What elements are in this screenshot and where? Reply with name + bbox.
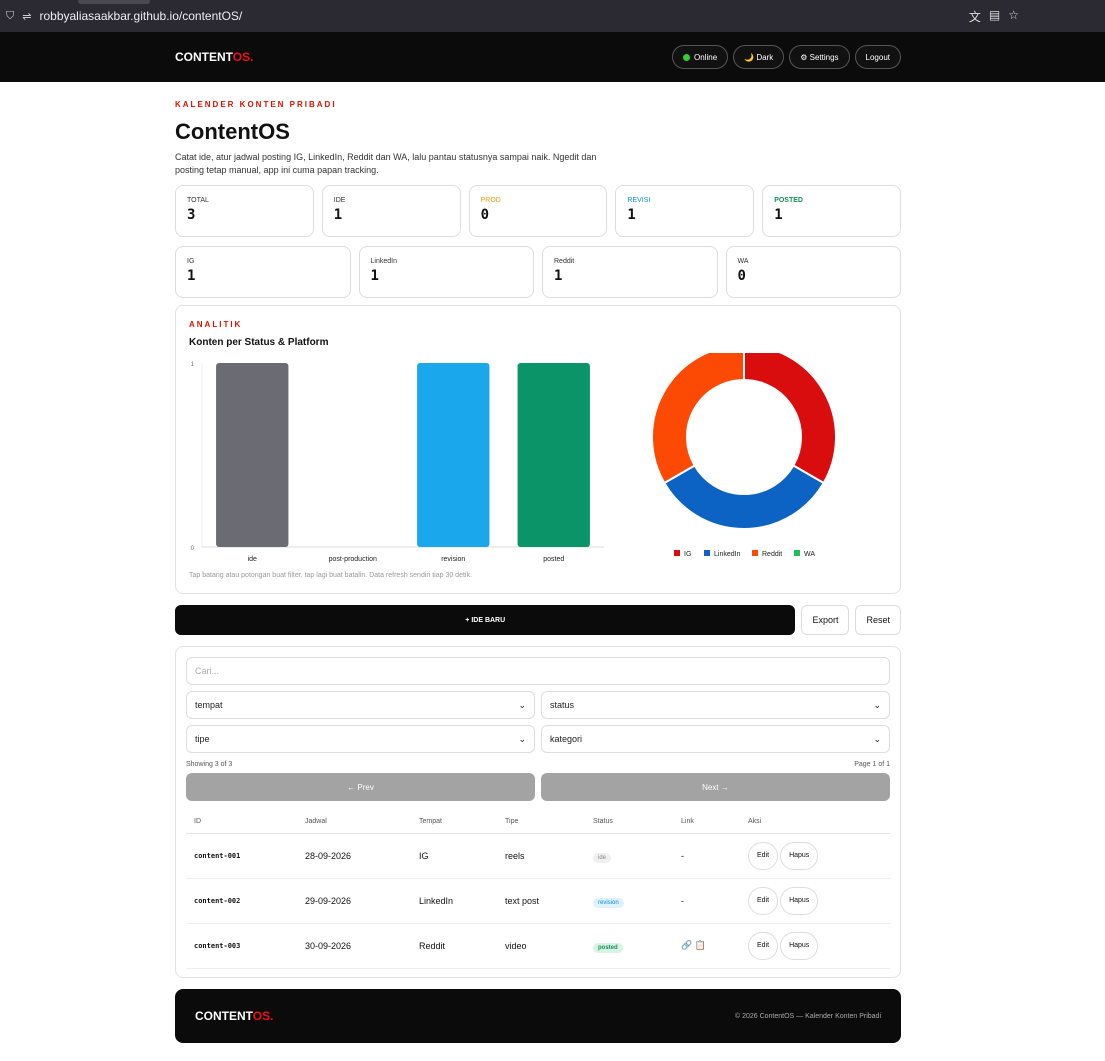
y-tick-label: 0 [191, 546, 195, 552]
prev-page-button[interactable]: ← Prev [186, 773, 535, 801]
y-tick-label: 1 [191, 362, 195, 368]
status-badge: revision [593, 897, 624, 908]
x-tick-label: posted [543, 556, 564, 563]
tipe-select[interactable]: tipe ⌄ [186, 725, 535, 753]
page-title: ContentOS [175, 119, 290, 144]
legend-swatch-wa [794, 550, 800, 556]
delete-button[interactable]: Hapus [780, 886, 819, 915]
bar-ide [216, 363, 289, 547]
bar-revision [417, 363, 490, 547]
translate-icon[interactable]: 文 [969, 8, 981, 25]
page-description: Catat ide, atur jadwal posting IG, Linke… [175, 152, 597, 175]
delete-button[interactable]: Hapus [780, 841, 819, 870]
status-stats: TOTAL 3 IDE 1 PROD 0 REVISI 1 POSTED 1 [175, 185, 901, 237]
browser-url-bar: ⛉ ⇌ robbyaliasaakbar.github.io/contentOS… [0, 0, 1105, 32]
legend-swatch-linkedin [704, 550, 710, 556]
stat-ide: IDE 1 [321, 185, 461, 237]
x-tick-label: post-production [329, 556, 377, 563]
status-bar-chart[interactable]: 0 1 ide post-production revision posted [182, 356, 612, 571]
stat-linkedin: LinkedIn 1 [358, 246, 534, 298]
stat-ig: IG 1 [175, 246, 351, 298]
slice-ig [743, 353, 837, 485]
col-id: ID [186, 811, 297, 834]
new-idea-button[interactable]: + IDE BARU [175, 605, 796, 635]
shield-icon[interactable]: ⛉ [6, 10, 14, 23]
content-table: ID Jadwal Tempat Tipe Status Link Aksi c… [186, 811, 890, 969]
link-icons[interactable]: 🔗 📋 [673, 923, 740, 969]
analytics-caption: Tap batang atau potongan buat filter, ta… [189, 572, 472, 579]
url-text[interactable]: robbyaliasaakbar.github.io/contentOS/ [39, 9, 968, 23]
delete-button[interactable]: Hapus [780, 931, 819, 960]
slice-linkedin [662, 464, 826, 530]
col-tempat: Tempat [411, 811, 497, 834]
brand-logo[interactable]: CONTENTOS. [175, 50, 253, 64]
stat-reddit: Reddit 1 [542, 246, 718, 298]
next-page-button[interactable]: Next → [541, 773, 890, 801]
x-tick-label: revision [441, 556, 465, 563]
legend-label: LinkedIn [714, 551, 741, 558]
legend-label: Reddit [762, 551, 782, 558]
footer: CONTENTOS. © 2026 ContentOS — Kalender K… [175, 989, 901, 1043]
top-nav: CONTENTOS. Online 🌙 Dark ⚙ Settings Logo… [0, 32, 1105, 82]
status-badge: ide [593, 852, 612, 863]
col-aksi: Aksi [740, 811, 890, 834]
legend-label: IG [684, 551, 691, 558]
page-indicator: Page 1 of 1 [854, 761, 890, 768]
table-row: content-002 29-09-2026 LinkedIn text pos… [186, 878, 890, 924]
bookmark-star-icon[interactable]: ☆ [1008, 8, 1019, 25]
edit-button[interactable]: Edit [748, 931, 779, 960]
footer-brand: CONTENTOS. [195, 1009, 274, 1023]
hero-eyebrow: KALENDER KONTEN PRIBADI [175, 100, 337, 109]
online-dot-icon [683, 53, 691, 61]
edit-button[interactable]: Edit [748, 886, 779, 915]
table-row: content-003 30-09-2026 Reddit video post… [186, 923, 890, 969]
reset-button[interactable]: Reset [855, 605, 901, 635]
chevron-down-icon: ⌄ [518, 699, 526, 710]
logout-button[interactable]: Logout [854, 45, 901, 69]
legend-swatch-ig [674, 550, 680, 556]
x-tick-label: ide [248, 556, 257, 563]
showing-count: Showing 3 of 3 [186, 761, 233, 768]
legend-label: WA [804, 551, 815, 558]
edit-button[interactable]: Edit [748, 841, 779, 870]
reader-icon[interactable]: ▤ [989, 8, 1000, 25]
footer-copyright: © 2026 ContentOS — Kalender Konten Priba… [734, 1012, 881, 1020]
page-permissions-icon[interactable]: ⇌ [22, 10, 31, 23]
chevron-down-icon: ⌄ [873, 699, 881, 710]
col-jadwal: Jadwal [297, 811, 411, 834]
kategori-select[interactable]: kategori ⌄ [541, 725, 890, 753]
bar-posted [517, 363, 590, 547]
status-select[interactable]: status ⌄ [541, 691, 890, 719]
col-tipe: Tipe [497, 811, 585, 834]
analytics-eyebrow: ANALITIK [189, 320, 243, 329]
chevron-down-icon: ⌄ [873, 733, 881, 744]
status-badge: posted [593, 942, 623, 953]
analytics-title: Konten per Status & Platform [189, 337, 329, 348]
settings-button[interactable]: ⚙ Settings [789, 45, 850, 69]
action-row: + IDE BARU Export Reset [175, 605, 901, 635]
stat-posted: POSTED 1 [762, 185, 901, 237]
table-row: content-001 28-09-2026 IG reels ide - Ed… [186, 833, 890, 879]
col-status: Status [585, 811, 673, 834]
tempat-select[interactable]: tempat ⌄ [186, 691, 535, 719]
search-input[interactable]: Cari... [186, 657, 890, 685]
export-button[interactable]: Export [801, 605, 850, 635]
platform-stats: IG 1 LinkedIn 1 Reddit 1 WA 0 [175, 246, 901, 298]
analytics-card: ANALITIK Konten per Status & Platform 0 1… [175, 305, 901, 594]
col-link: Link [673, 811, 740, 834]
chevron-down-icon: ⌄ [518, 733, 526, 744]
browser-tab-strip [78, 0, 150, 4]
online-status-badge: Online [672, 45, 729, 69]
slice-reddit [652, 353, 745, 485]
dark-mode-button[interactable]: 🌙 Dark [733, 45, 785, 69]
legend-swatch-reddit [752, 550, 758, 556]
stat-total: TOTAL 3 [175, 185, 314, 237]
content-list-card: Cari... tempat ⌄ status ⌄ tipe ⌄ kategori ⌄ … [175, 646, 901, 978]
stat-revisi: REVISI 1 [615, 185, 755, 237]
stat-prod: PROD 0 [468, 185, 608, 237]
hero-section: KALENDER KONTEN PRIBADI ContentOS Catat … [175, 100, 901, 177]
platform-donut-chart[interactable]: IG LinkedIn Reddit WA [652, 353, 852, 568]
stat-wa: WA 0 [725, 246, 901, 298]
